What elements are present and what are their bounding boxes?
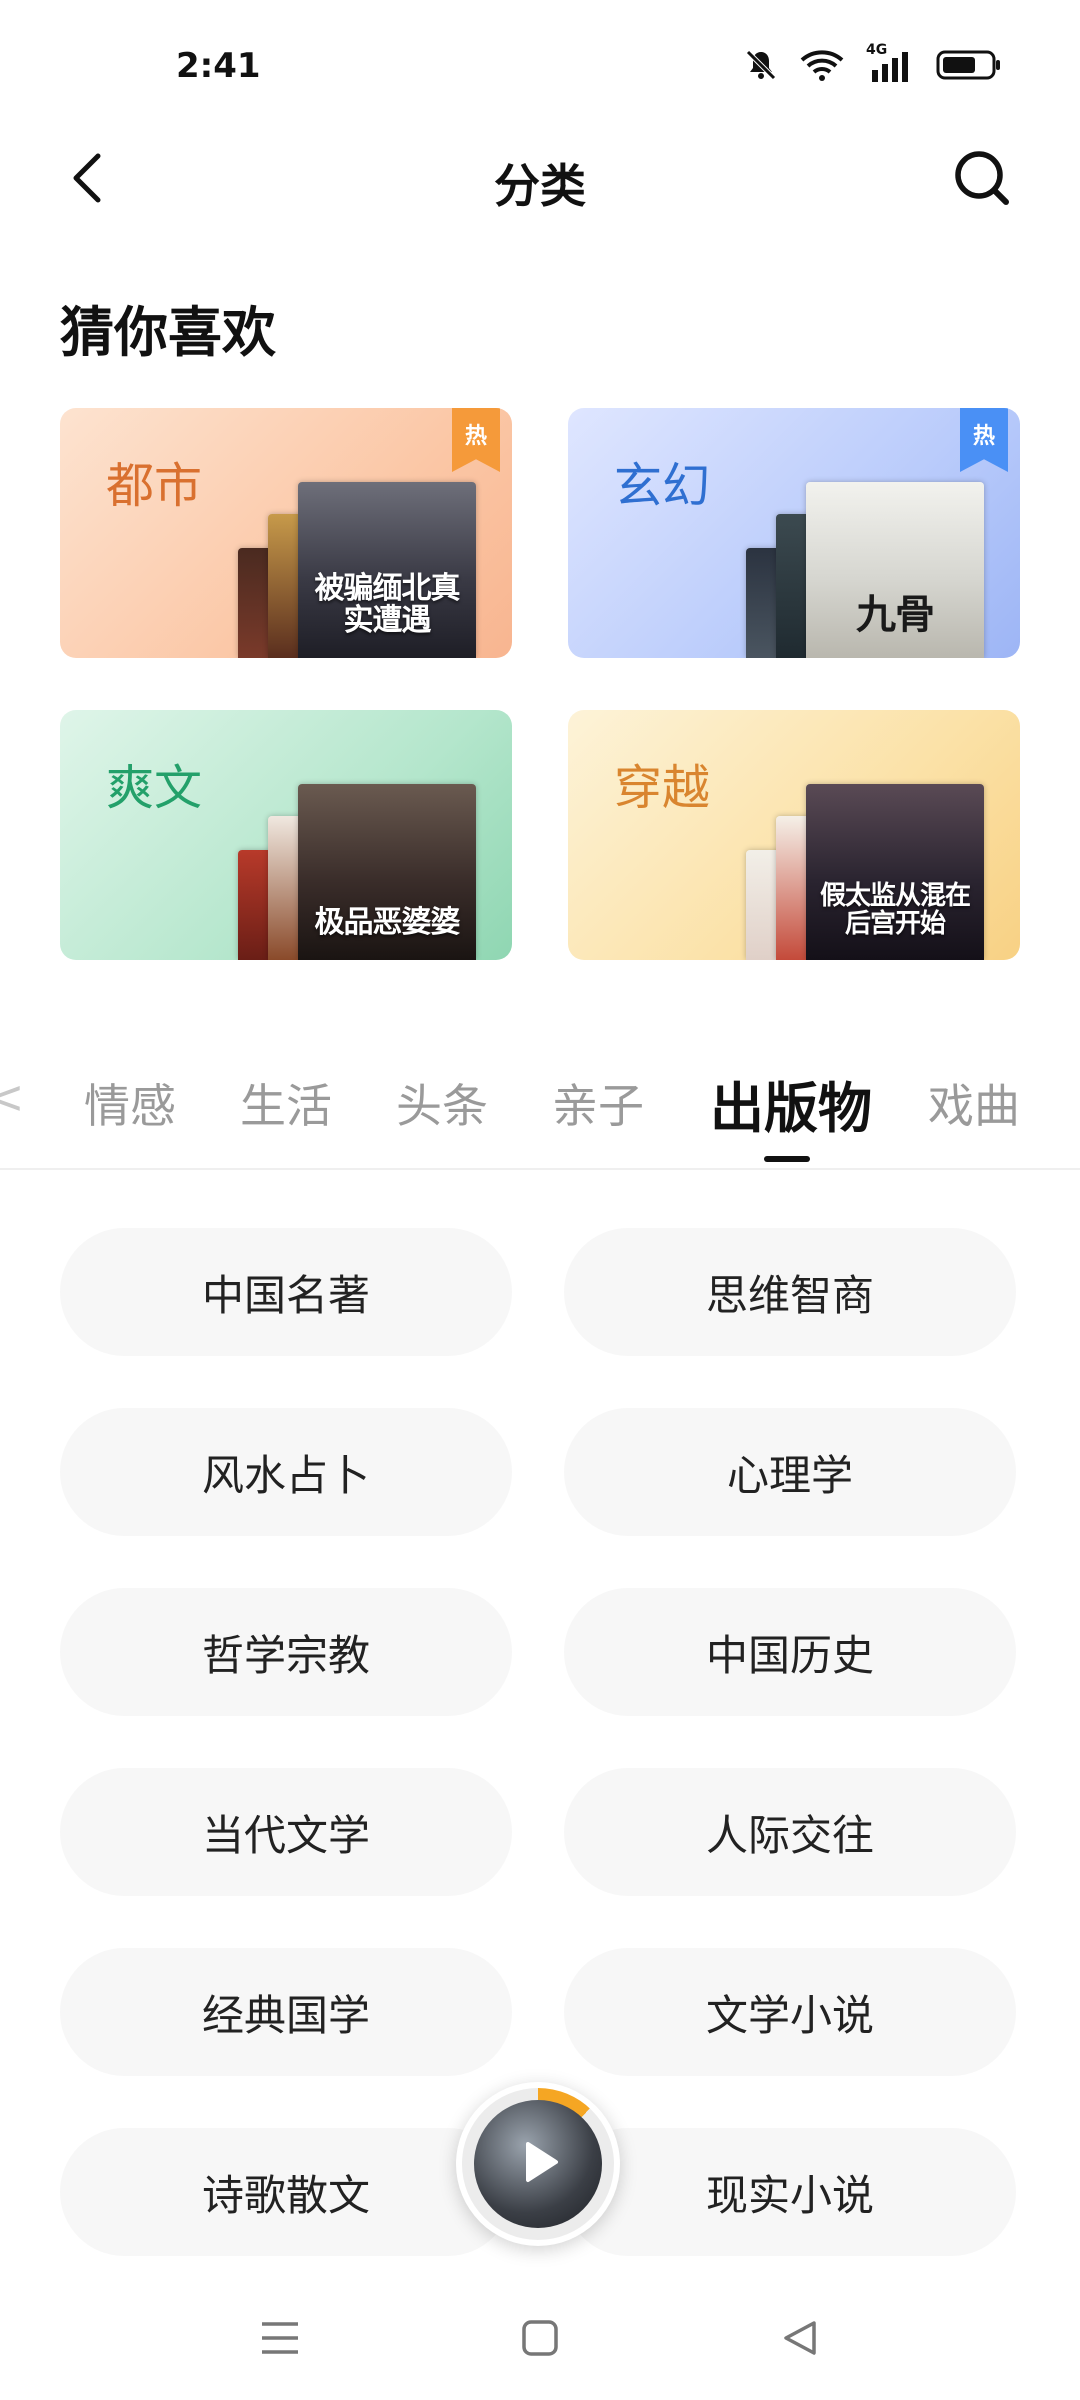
tabs-divider bbox=[0, 1168, 1080, 1170]
book-cover-title: 被骗缅北真实遭遇 bbox=[314, 571, 461, 638]
active-tab-indicator bbox=[764, 1156, 810, 1162]
status-icons: 4G bbox=[744, 42, 1002, 82]
system-nav-bar bbox=[0, 2280, 1080, 2400]
category-pill[interactable]: 文学小说 bbox=[564, 1948, 1016, 2076]
genre-card-chuanyue[interactable]: 穿越 假太监从混在后宫开始 bbox=[568, 710, 1020, 960]
book-cover-stack: 极品恶婆婆 bbox=[238, 784, 488, 960]
tab-qinggan[interactable]: 情感 bbox=[84, 1070, 176, 1136]
category-pill[interactable]: 思维智商 bbox=[564, 1228, 1016, 1356]
genre-card-label: 穿越 bbox=[614, 760, 711, 816]
home-button[interactable] bbox=[508, 2308, 572, 2372]
play-icon[interactable] bbox=[506, 2130, 570, 2198]
tab-qinzi[interactable]: 亲子 bbox=[552, 1070, 644, 1136]
genre-card-xuanhuan[interactable]: 玄幻 热 九骨 bbox=[568, 408, 1020, 658]
hot-badge: 热 bbox=[960, 408, 1008, 472]
menu-icon bbox=[260, 2320, 300, 2360]
genre-card-shuangwen[interactable]: 爽文 极品恶婆婆 bbox=[60, 710, 512, 960]
book-cover: 极品恶婆婆 bbox=[298, 784, 476, 960]
battery-icon bbox=[936, 49, 1002, 81]
bell-muted-icon bbox=[744, 48, 778, 82]
book-cover-stack: 假太监从混在后宫开始 bbox=[746, 784, 996, 960]
recommend-section-title: 猜你喜欢 bbox=[60, 301, 276, 364]
category-pill[interactable]: 哲学宗教 bbox=[60, 1588, 512, 1716]
top-app-bar: 分类 bbox=[0, 130, 1080, 230]
category-pill[interactable]: 心理学 bbox=[564, 1408, 1016, 1536]
page-title: 分类 bbox=[494, 159, 586, 213]
category-tab-bar: < 情感 生活 头条 亲子 出版物 戏曲 bbox=[0, 1050, 1080, 1170]
category-pill[interactable]: 中国历史 bbox=[564, 1588, 1016, 1716]
back-nav-button[interactable] bbox=[768, 2308, 832, 2372]
status-time: 2:41 bbox=[176, 46, 261, 86]
category-pill[interactable]: 风水占卜 bbox=[60, 1408, 512, 1536]
book-cover-stack: 九骨 bbox=[746, 482, 996, 658]
book-cover-stack: 被骗缅北真实遭遇 bbox=[238, 482, 488, 658]
status-bar: 2:41 4G bbox=[0, 0, 1080, 130]
genre-card-dushi[interactable]: 都市 热 被骗缅北真实遭遇 bbox=[60, 408, 512, 658]
genre-card-label: 玄幻 bbox=[614, 458, 711, 514]
book-cover-title: 假太监从混在后宫开始 bbox=[819, 881, 971, 939]
genre-card-label: 都市 bbox=[106, 458, 203, 514]
back-triangle-icon bbox=[780, 2318, 820, 2362]
category-pill[interactable]: 人际交往 bbox=[564, 1768, 1016, 1896]
book-cover: 九骨 bbox=[806, 482, 984, 658]
book-cover-title: 极品恶婆婆 bbox=[314, 904, 461, 940]
search-icon bbox=[952, 148, 1012, 212]
player-cover-art bbox=[474, 2100, 602, 2228]
hot-badge: 热 bbox=[452, 408, 500, 472]
floating-player[interactable] bbox=[456, 2082, 620, 2246]
book-cover: 被骗缅北真实遭遇 bbox=[298, 482, 476, 658]
tab-chubanwu[interactable]: 出版物 bbox=[710, 1064, 872, 1143]
cellular-signal-icon: 4G bbox=[866, 42, 914, 82]
book-cover-title: 九骨 bbox=[856, 592, 935, 638]
network-type-label: 4G bbox=[866, 42, 888, 58]
tab-xiqu[interactable]: 戏曲 bbox=[928, 1070, 1020, 1136]
tab-toutiao[interactable]: 头条 bbox=[396, 1070, 488, 1136]
genre-card-label: 爽文 bbox=[106, 760, 203, 816]
menu-button[interactable] bbox=[248, 2308, 312, 2372]
category-pill[interactable]: 经典国学 bbox=[60, 1948, 512, 2076]
book-cover: 假太监从混在后宫开始 bbox=[806, 784, 984, 960]
category-pill[interactable]: 当代文学 bbox=[60, 1768, 512, 1896]
wifi-icon bbox=[800, 48, 844, 82]
tab-shenghuo[interactable]: 生活 bbox=[240, 1070, 332, 1136]
category-pill[interactable]: 中国名著 bbox=[60, 1228, 512, 1356]
tab-partial-left: < bbox=[0, 1070, 25, 1124]
search-button[interactable] bbox=[944, 142, 1020, 218]
category-pill[interactable]: 诗歌散文 bbox=[60, 2128, 512, 2256]
category-pill[interactable]: 现实小说 bbox=[564, 2128, 1016, 2256]
home-square-icon bbox=[520, 2318, 560, 2362]
